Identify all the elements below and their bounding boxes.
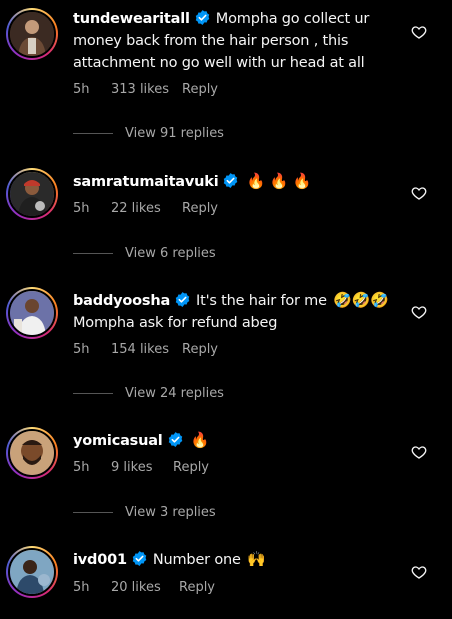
comment-body: yomicasual 🔥 <box>73 429 393 452</box>
comment-username[interactable]: tundewearitall <box>73 11 190 27</box>
reply-button[interactable]: Reply <box>182 342 218 357</box>
comment-likes[interactable]: 154 likes <box>111 342 182 357</box>
divider <box>73 133 113 134</box>
comment-text: It's the hair for me <box>196 293 327 309</box>
comment-username[interactable]: samratumaitavuki <box>73 174 219 190</box>
comment-username[interactable]: baddyoosha <box>73 293 170 309</box>
avatar[interactable] <box>6 427 58 479</box>
view-replies-label: View 24 replies <box>125 386 224 401</box>
divider <box>73 512 113 513</box>
comment-body: baddyoosha It's the hair for me 🤣🤣🤣 Mompha… <box>73 289 393 334</box>
reply-button[interactable]: Reply <box>173 460 209 475</box>
heart-outline-icon[interactable] <box>411 24 427 40</box>
comment-meta: 5h 20 likes Reply <box>73 580 215 595</box>
divider <box>73 393 113 394</box>
verified-badge-icon <box>168 432 182 447</box>
comment-time: 5h <box>73 82 90 97</box>
avatar-image <box>8 10 56 58</box>
avatar[interactable] <box>6 546 58 598</box>
view-replies-label: View 6 replies <box>125 246 216 261</box>
comment-username[interactable]: ivd001 <box>73 552 127 568</box>
comment-body: tundewearitall Mompha go collect ur money… <box>73 8 393 74</box>
reply-button[interactable]: Reply <box>182 82 218 97</box>
avatar-image <box>8 429 56 477</box>
laughing-emoji: 🤣🤣🤣 <box>333 291 389 309</box>
view-replies-label: View 3 replies <box>125 505 216 520</box>
raising-hands-emoji: 🙌 <box>247 550 266 568</box>
view-replies-button[interactable]: View 91 replies <box>73 126 224 141</box>
avatar-image <box>8 548 56 596</box>
verified-badge-icon <box>132 551 147 566</box>
view-replies-button[interactable]: View 6 replies <box>73 246 216 261</box>
reply-button[interactable]: Reply <box>182 201 218 216</box>
person-silhouette-icon <box>10 291 54 335</box>
comment-time: 5h <box>73 580 90 595</box>
comment-time: 5h <box>73 201 90 216</box>
comment-text: Number one <box>152 552 241 568</box>
person-silhouette-icon <box>10 12 54 56</box>
person-silhouette-icon <box>10 431 54 475</box>
comment-likes[interactable]: 9 likes <box>111 460 173 475</box>
comment-time: 5h <box>73 460 90 475</box>
comment-meta: 5h 313 likes Reply <box>73 82 218 97</box>
avatar[interactable] <box>6 8 58 60</box>
heart-outline-icon[interactable] <box>411 304 427 320</box>
comment-likes[interactable]: 20 likes <box>111 580 179 595</box>
comment-username[interactable]: yomicasual <box>73 433 163 449</box>
comment-meta: 5h 9 likes Reply <box>73 460 209 475</box>
comment-likes[interactable]: 313 likes <box>111 82 182 97</box>
avatar-image <box>8 170 56 218</box>
fire-emoji: 🔥 🔥 🔥 <box>246 172 312 190</box>
comment-meta: 5h 22 likes Reply <box>73 201 218 216</box>
verified-badge-icon <box>195 10 210 25</box>
comment-text-line2: Mompha ask for refund abeg <box>73 315 278 331</box>
avatar[interactable] <box>6 168 58 220</box>
comment-meta: 5h 154 likes Reply <box>73 342 218 357</box>
comment-likes[interactable]: 22 likes <box>111 201 182 216</box>
divider <box>73 253 113 254</box>
view-replies-button[interactable]: View 3 replies <box>73 505 216 520</box>
heart-outline-icon[interactable] <box>411 444 427 460</box>
view-replies-label: View 91 replies <box>125 126 224 141</box>
comment-body: samratumaitavuki 🔥 🔥 🔥 <box>73 170 393 193</box>
person-silhouette-icon <box>10 550 54 594</box>
person-silhouette-icon <box>10 172 54 216</box>
heart-outline-icon[interactable] <box>411 185 427 201</box>
verified-badge-icon <box>175 292 190 307</box>
heart-outline-icon[interactable] <box>411 564 427 580</box>
view-replies-button[interactable]: View 24 replies <box>73 386 224 401</box>
avatar[interactable] <box>6 287 58 339</box>
verified-badge-icon <box>224 173 238 188</box>
fire-emoji: 🔥 <box>190 431 210 449</box>
reply-button[interactable]: Reply <box>179 580 215 595</box>
comment-time: 5h <box>73 342 90 357</box>
comment-body: ivd001 Number one 🙌 <box>73 548 393 571</box>
avatar-image <box>8 289 56 337</box>
